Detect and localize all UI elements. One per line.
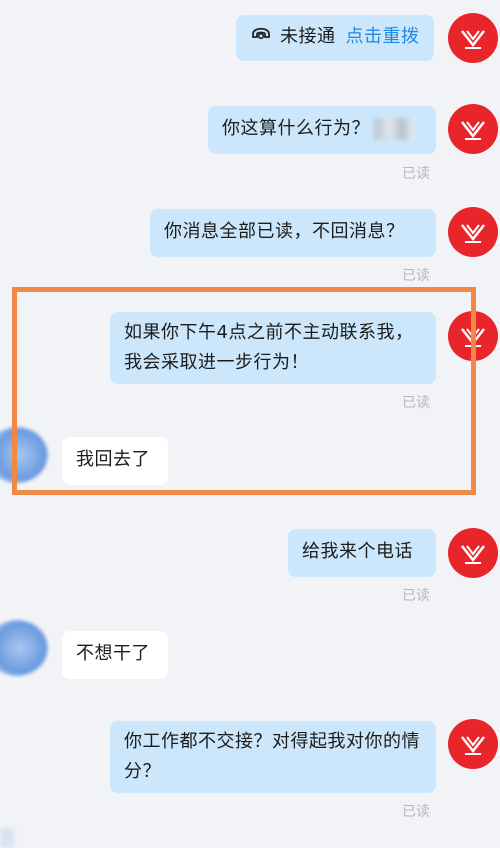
- logo-icon: [461, 224, 485, 243]
- avatar[interactable]: [0, 620, 48, 676]
- message-text: 如果你下午4点之前不主动联系我，我会采取进一步行为！: [124, 322, 414, 373]
- logo-icon: [461, 545, 485, 564]
- redial-link[interactable]: 点击重拨: [346, 26, 420, 47]
- message-text: 你工作都不交接？对得起我对你的情分？: [124, 731, 420, 782]
- message-bubble[interactable]: 你工作都不交接？对得起我对你的情分？: [110, 721, 436, 793]
- avatar[interactable]: [0, 427, 48, 483]
- message-text: 你这算什么行为？: [222, 118, 370, 139]
- avatar[interactable]: [448, 104, 498, 154]
- message-bubble[interactable]: 不想干了: [62, 631, 168, 679]
- message-text: 我回去了: [76, 449, 150, 470]
- read-status: 已读: [402, 166, 430, 182]
- avatar[interactable]: [448, 719, 498, 769]
- logo-icon: [461, 736, 485, 755]
- read-status: 已读: [402, 395, 430, 411]
- avatar[interactable]: [448, 13, 498, 63]
- message-text: 不想干了: [76, 643, 150, 664]
- message-bubble[interactable]: 我回去了: [62, 437, 168, 485]
- missed-call-bubble[interactable]: 未接通 点击重拨: [236, 15, 434, 61]
- read-status: 已读: [402, 804, 430, 820]
- missed-call-status: 未接通: [280, 26, 336, 47]
- message-bubble[interactable]: 你这算什么行为？: [208, 106, 436, 154]
- blurred-content: [374, 118, 414, 140]
- message-bubble[interactable]: 给我来个电话: [288, 529, 436, 577]
- message-bubble[interactable]: 你消息全部已读，不回消息？: [150, 209, 436, 257]
- avatar[interactable]: [448, 207, 498, 257]
- logo-icon: [461, 328, 485, 347]
- message-text: 你消息全部已读，不回消息？: [164, 221, 405, 242]
- message-text: 给我来个电话: [302, 541, 413, 562]
- phone-icon: [250, 22, 272, 52]
- avatar[interactable]: [448, 528, 498, 578]
- read-status: 已读: [402, 268, 430, 284]
- message-bubble[interactable]: 如果你下午4点之前不主动联系我，我会采取进一步行为！: [110, 312, 436, 384]
- logo-icon: [461, 30, 485, 49]
- partial-avatar: [0, 828, 14, 848]
- avatar[interactable]: [448, 311, 498, 361]
- read-status: 已读: [402, 588, 430, 604]
- logo-icon: [461, 121, 485, 140]
